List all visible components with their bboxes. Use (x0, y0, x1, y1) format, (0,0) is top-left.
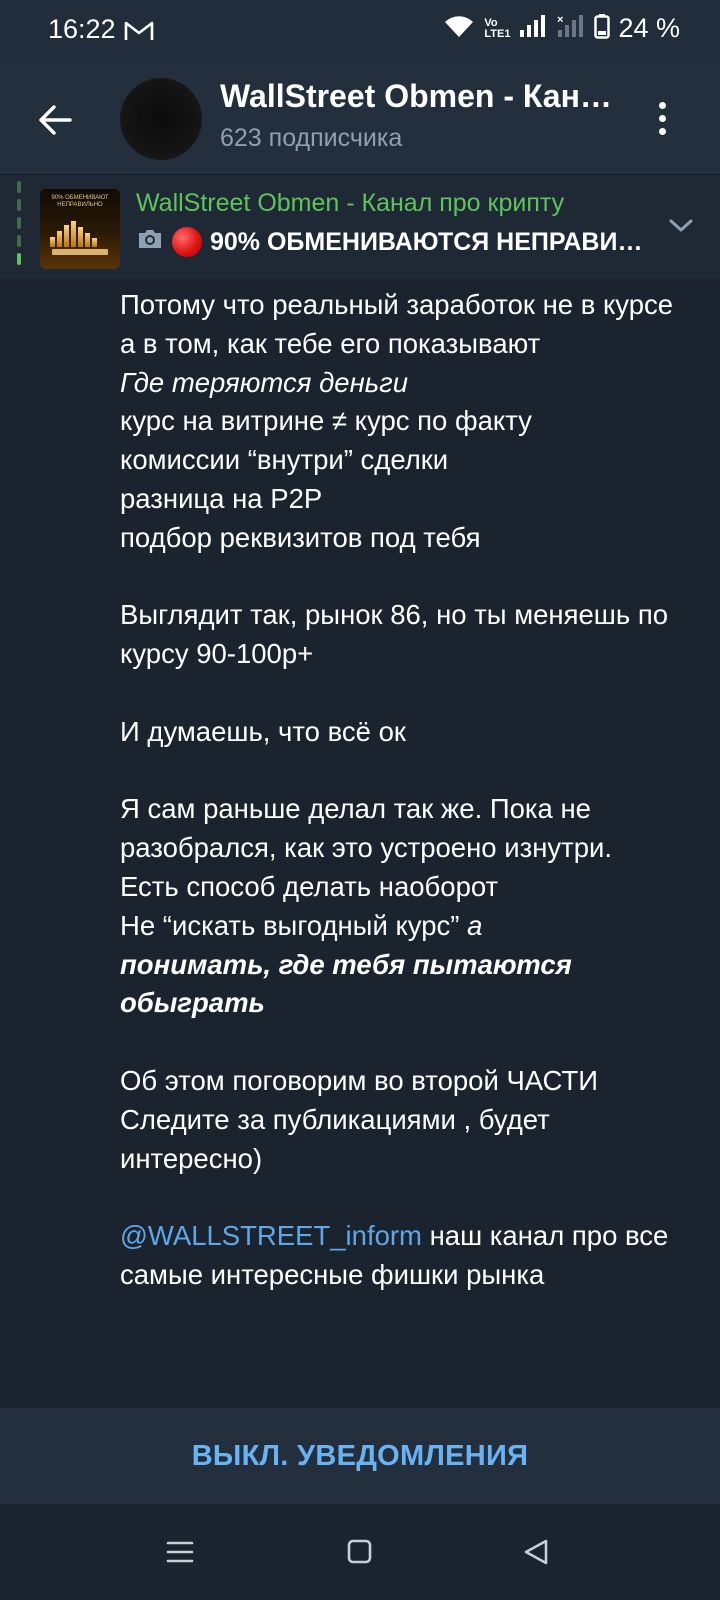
battery-percent: 24 % (618, 13, 680, 43)
wifi-icon (442, 13, 476, 44)
signal-icon (518, 13, 548, 44)
post-line: Следите за публикациями , будет интересн… (120, 1103, 550, 1174)
post-line: И думаешь, что всё ок (120, 715, 406, 747)
pinned-thumb-caption: 90% ОБМЕНИВАЮТ НЕПРАВИЛЬНО (51, 195, 109, 208)
status-bar: 16:22 Vo LTE1 × 24 % (0, 0, 720, 64)
post-line: курс на витрине ≠ курс по факту (120, 405, 532, 437)
red-circle-emoji (172, 227, 202, 257)
nav-home-button[interactable] (346, 1538, 374, 1571)
status-icons: Vo LTE1 × 24 % (442, 13, 680, 44)
more-menu-button[interactable] (652, 102, 672, 142)
post-line-bold-italic: понимать, где тебя пытаются обыграть (120, 948, 572, 1019)
post-line: Я сам раньше делал так же. Пока не разоб… (120, 793, 613, 864)
post-line-italic: Где теряются деньги (120, 366, 409, 398)
post-line: Выглядит так, рынок 86, но ты меняешь по… (120, 599, 668, 670)
channel-title[interactable]: WallStreet Obmen - Канал про крипту (220, 78, 620, 115)
pinned-message-bar[interactable]: 90% ОБМЕНИВАЮТ НЕПРАВИЛЬНО WallStreet Ob… (0, 174, 720, 279)
nav-recents-button[interactable] (166, 1538, 194, 1571)
camera-icon (136, 228, 164, 257)
post-line: комиссии “внутри” сделки (120, 444, 449, 476)
post-line: подбор реквизитов под тебя (120, 521, 481, 553)
post-text-italic: а (467, 909, 483, 941)
arrow-left-icon (39, 105, 72, 135)
subscriber-count: 623 подписчика (220, 124, 403, 152)
gmail-icon (124, 20, 154, 47)
more-vertical-icon (652, 102, 672, 135)
chevron-down-icon (669, 219, 693, 232)
system-nav-bar (0, 1504, 720, 1600)
battery-icon (594, 13, 611, 44)
post-line: Потому что реальный заработок не в курсе… (120, 289, 674, 359)
mute-notifications-label: ВЫКЛ. УВЕДОМЛЕНИЯ (191, 1439, 529, 1472)
volte-icon: Vo LTE1 (484, 16, 511, 40)
post-line: Об этом поговорим во второй ЧАСТИ (120, 1064, 599, 1096)
pinned-title: WallStreet Obmen - Канал про крипту (136, 189, 565, 217)
post-line: Не “искать выгодный курс” а (120, 907, 680, 946)
pinned-indicator (17, 181, 21, 271)
post-line: Есть способ делать наоборот (120, 870, 499, 902)
channel-mention-link[interactable]: @WALLSTREET_inform (120, 1220, 422, 1251)
mute-notifications-button[interactable]: ВЫКЛ. УВЕДОМЛЕНИЯ (0, 1408, 720, 1504)
volte-top: Vo (484, 16, 498, 29)
pinned-text-row: 90% ОБМЕНИВАЮТСЯ НЕПРАВИЛЬНО (136, 227, 648, 257)
post-line: разница на P2P (120, 482, 323, 514)
pinned-thumbnail: 90% ОБМЕНИВАЮТ НЕПРАВИЛЬНО (40, 189, 120, 269)
nav-back-button[interactable] (522, 1538, 550, 1571)
volte-bottom: LTE1 (484, 27, 511, 40)
back-button[interactable] (36, 100, 76, 140)
square-icon (347, 1539, 372, 1564)
menu-lines-icon (166, 1541, 194, 1563)
post-text: Не “искать выгодный курс” (120, 909, 468, 941)
svg-text:×: × (557, 14, 563, 26)
channel-post: Потому что реальный заработок не в курсе… (120, 286, 680, 1295)
post-line: @WALLSTREET_inform наш канал про все сам… (120, 1217, 680, 1295)
signal-off-icon: × (556, 13, 586, 44)
status-time: 16:22 (48, 14, 116, 44)
pinned-text: 90% ОБМЕНИВАЮТСЯ НЕПРАВИЛЬНО (210, 227, 648, 256)
chat-header: WallStreet Obmen - Канал про крипту 623 … (0, 64, 720, 174)
triangle-back-icon (524, 1539, 548, 1565)
pinned-expand-button[interactable] (668, 215, 694, 240)
channel-avatar[interactable] (120, 78, 202, 160)
